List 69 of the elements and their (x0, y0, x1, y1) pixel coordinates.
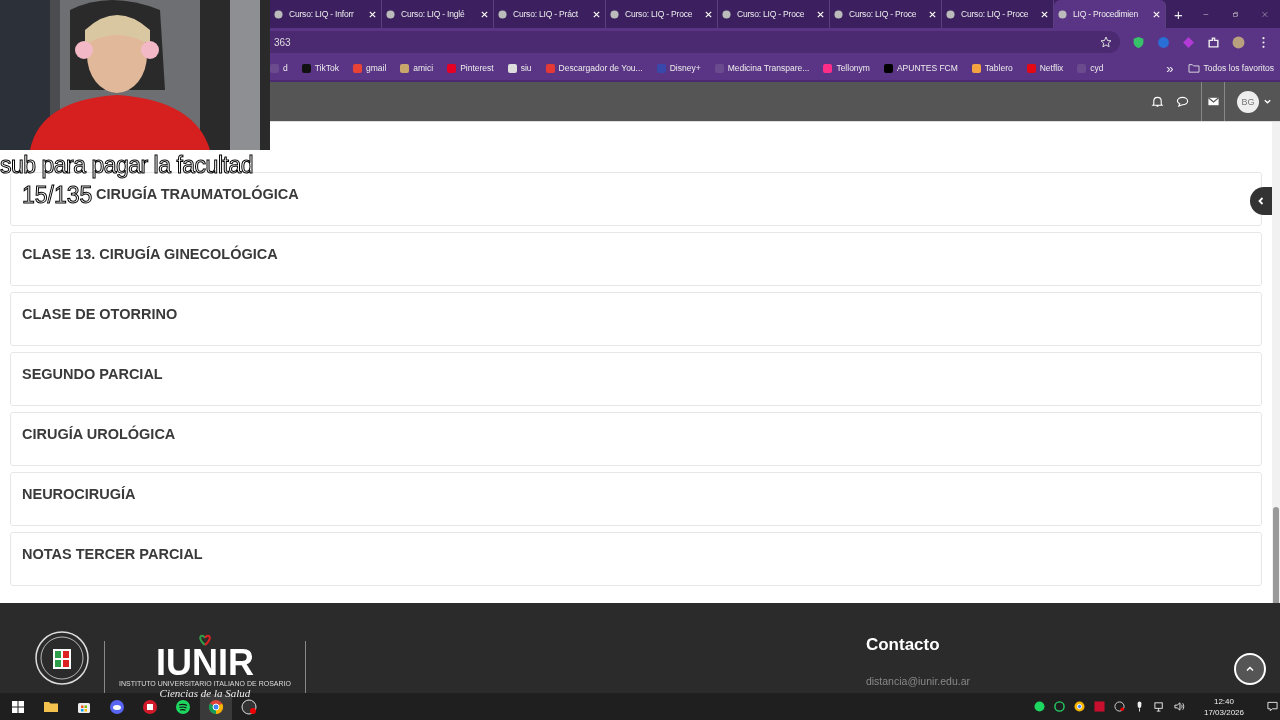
more-bookmarks-button[interactable]: » (1166, 60, 1174, 76)
section-title: CLASE DE OTORRINO (22, 306, 178, 322)
email-link[interactable]: distancia@iunir.edu.ar (865, 675, 970, 687)
section-card[interactable]: CLASE 13. CIRUGÍA GINECOLÓGICA (10, 232, 1262, 286)
chat-icon[interactable] (1176, 95, 1189, 108)
close-icon[interactable] (704, 9, 713, 19)
back-to-top-button[interactable] (1234, 653, 1266, 685)
section-title: NEUROCIRUGÍA (22, 486, 136, 502)
close-icon[interactable] (480, 9, 489, 19)
section-card[interactable]: CIRUGÍA UROLÓGICA (10, 412, 1262, 466)
speaker-icon[interactable] (1173, 701, 1185, 712)
bookmark[interactable]: Netflix (1026, 63, 1064, 73)
close-icon[interactable] (368, 9, 377, 19)
seal-icon (34, 630, 90, 686)
network-icon[interactable] (1153, 701, 1165, 712)
address-field[interactable]: 363 (270, 31, 1120, 53)
section-title: NOTAS TERCER PARCIAL (22, 546, 203, 562)
windows-icon[interactable] (10, 698, 26, 715)
section-card[interactable]: NEUROCIRUGÍA (10, 472, 1262, 526)
profile-icon[interactable] (1232, 35, 1245, 49)
new-tab-button[interactable]: + (1166, 5, 1191, 23)
bookmark[interactable]: APUNTES FCM (883, 63, 958, 73)
section-card[interactable]: CLASE DE OTORRINO (10, 292, 1262, 346)
envelope-icon (1206, 95, 1220, 108)
section-title: CIRUGÍA UROLÓGICA (22, 426, 176, 442)
chevron-up-icon (1245, 664, 1255, 674)
chevron-left-icon (1256, 196, 1266, 206)
puzzle-icon[interactable] (1207, 35, 1220, 49)
bookmark[interactable]: Tablero (971, 63, 1013, 73)
bookmark[interactable]: Tellonym (823, 63, 870, 73)
section-title: SEGUNDO PARCIAL (22, 366, 163, 382)
bookmark[interactable]: d (270, 63, 288, 73)
bookmark[interactable]: Medicina Transpare... (714, 63, 810, 73)
logo-text: IUNIR (155, 646, 254, 680)
drawer-toggle-button[interactable] (1250, 187, 1272, 215)
close-icon[interactable] (592, 9, 601, 19)
bookmark[interactable]: Pinterest (447, 63, 494, 73)
bookmark[interactable]: siu (507, 63, 532, 73)
bell-icon[interactable] (1151, 95, 1164, 108)
url-text: 363 (274, 36, 292, 48)
messages-button[interactable] (1201, 82, 1225, 121)
bookmark[interactable]: TikTok (301, 63, 339, 73)
bookmark-folder[interactable]: Todos los favoritos (1187, 63, 1274, 73)
user-avatar[interactable]: BG (1237, 90, 1259, 113)
section-title: CLASE 13. CIRUGÍA GINECOLÓGICA (22, 246, 278, 262)
section-title: CIRUGÍA TRAUMATOLÓGICA (96, 186, 299, 202)
bookmark[interactable]: amici (400, 63, 434, 73)
close-icon[interactable] (816, 9, 825, 19)
close-icon[interactable] (1152, 9, 1161, 19)
notification-icon[interactable] (1267, 701, 1278, 712)
close-icon[interactable] (928, 9, 937, 19)
close-icon[interactable] (1040, 9, 1049, 19)
bookmark[interactable]: Descargador de You... (545, 63, 643, 73)
clock-date: 17/03/2026 (1203, 706, 1244, 718)
caret-icon[interactable] (1263, 97, 1272, 106)
logo-tagline: Ciencias de la Salud (159, 687, 251, 699)
bookmark[interactable]: Disney+ (656, 63, 701, 73)
app-icon[interactable] (142, 698, 158, 715)
contact-heading: Contacto (865, 635, 940, 655)
scrollbar[interactable] (1272, 122, 1280, 603)
section-card[interactable]: SEGUNDO PARCIAL (10, 352, 1262, 406)
bookmark[interactable]: gmail (353, 63, 387, 73)
section-card[interactable]: NOTAS TERCER PARCIAL (10, 532, 1262, 586)
folder-icon (1187, 63, 1200, 73)
clock-time: 12:40 (1213, 695, 1234, 707)
bookmark[interactable]: cyd (1077, 63, 1104, 73)
overlay-counter: 15/135 (22, 182, 93, 209)
browser-tab[interactable]: LIQ - Procedimien (1054, 0, 1166, 28)
star-icon[interactable] (1100, 36, 1112, 48)
